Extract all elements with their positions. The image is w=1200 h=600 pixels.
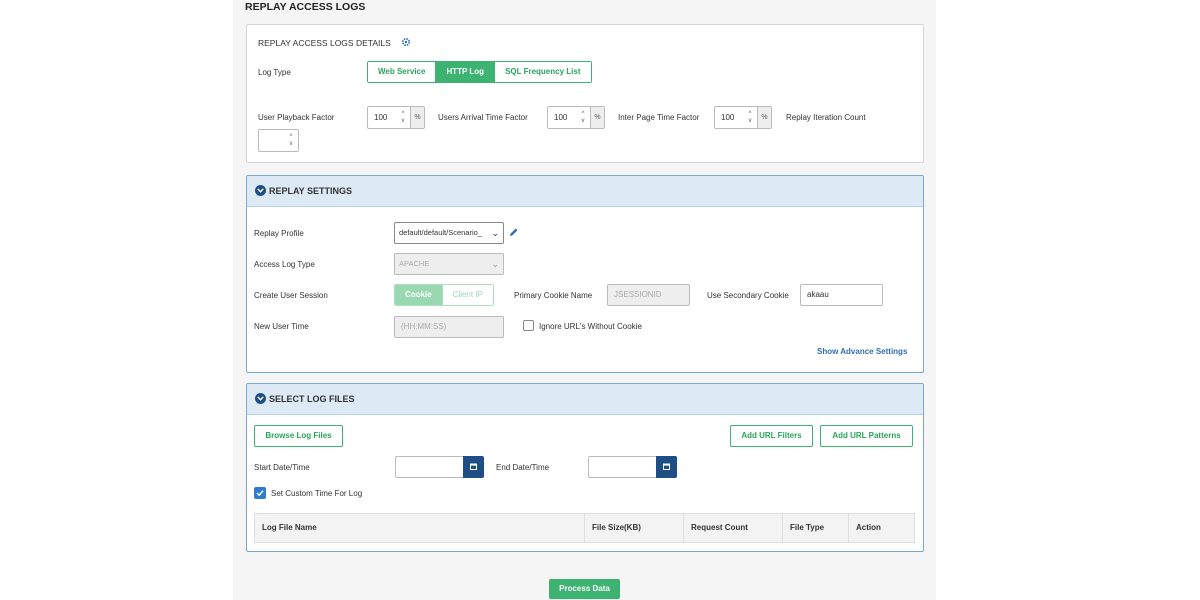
user-playback-stepper[interactable]: 100 ^ v % <box>367 106 425 129</box>
secondary-cookie-label: Use Secondary Cookie <box>707 291 789 300</box>
select-log-files-title: SELECT LOG FILES <box>269 394 355 404</box>
log-type-web-service[interactable]: Web Service <box>368 62 437 82</box>
column-file-size[interactable]: File Size(KB) <box>585 514 684 542</box>
calendar-icon[interactable] <box>656 456 677 478</box>
user-playback-label: User Playback Factor <box>258 113 335 122</box>
chevron-down-icon[interactable] <box>255 393 266 404</box>
percent-addon: % <box>590 107 604 128</box>
iteration-count-stepper[interactable]: ^ v <box>258 129 299 152</box>
column-log-file-name[interactable]: Log File Name <box>255 514 585 542</box>
custom-time-checkbox[interactable] <box>254 487 266 499</box>
chevron-down-icon: ⌄ <box>491 228 499 238</box>
column-action[interactable]: Action <box>849 514 914 542</box>
ignore-urls-checkbox[interactable] <box>523 320 534 331</box>
add-url-patterns-button[interactable]: Add URL Patterns <box>820 425 913 447</box>
access-log-type-label: Access Log Type <box>254 260 315 269</box>
settings-gear-icon[interactable] <box>401 37 411 47</box>
show-advance-settings-link[interactable]: Show Advance Settings <box>817 347 907 356</box>
access-log-type-value: APACHE <box>399 259 430 268</box>
select-log-files-header[interactable]: SELECT LOG FILES <box>247 384 923 415</box>
users-arrival-stepper[interactable]: 100 ^ v % <box>547 106 605 129</box>
replay-profile-select[interactable]: default/default/Scenario_ ⌄ <box>394 222 504 244</box>
process-data-button[interactable]: Process Data <box>549 579 620 599</box>
replay-settings-header[interactable]: REPLAY SETTINGS <box>247 176 923 207</box>
start-date-input[interactable] <box>395 456 484 478</box>
session-client-ip-option[interactable]: Client IP <box>442 285 493 305</box>
log-type-label: Log Type <box>258 68 291 77</box>
replay-settings-card: REPLAY SETTINGS <box>246 175 924 373</box>
iteration-count-label: Replay Iteration Count <box>786 113 866 122</box>
stepper-arrows-icon[interactable]: ^ v <box>576 107 590 128</box>
stepper-arrows-icon[interactable]: ^ v <box>284 130 298 151</box>
start-date-label: Start Date/Time <box>254 463 310 472</box>
inter-page-stepper[interactable]: 100 ^ v % <box>714 106 772 129</box>
session-cookie-option[interactable]: Cookie <box>395 285 443 305</box>
stepper-arrows-icon[interactable]: ^ v <box>396 107 410 128</box>
log-files-table-header: Log File Name File Size(KB) Request Coun… <box>254 513 915 543</box>
access-log-type-select[interactable]: APACHE ⌄ <box>394 253 504 275</box>
inter-page-label: Inter Page Time Factor <box>618 113 700 122</box>
column-request-count[interactable]: Request Count <box>684 514 783 542</box>
primary-cookie-label: Primary Cookie Name <box>514 291 593 300</box>
edit-pencil-icon[interactable] <box>509 227 519 237</box>
column-file-type[interactable]: File Type <box>783 514 849 542</box>
custom-time-label: Set Custom Time For Log <box>271 489 363 498</box>
add-url-filters-button[interactable]: Add URL Filters <box>730 425 813 447</box>
browse-log-files-button[interactable]: Browse Log Files <box>254 425 343 447</box>
end-date-input[interactable] <box>588 456 677 478</box>
replay-profile-label: Replay Profile <box>254 229 304 238</box>
ignore-urls-label: Ignore URL's Without Cookie <box>539 322 642 331</box>
log-type-http-log[interactable]: HTTP Log <box>436 62 496 82</box>
replay-profile-value: default/default/Scenario_ <box>399 228 482 237</box>
new-user-time-field[interactable]: (HH:MM:SS) <box>394 316 504 338</box>
replay-settings-title: REPLAY SETTINGS <box>269 186 353 196</box>
iteration-count-value[interactable] <box>259 130 284 151</box>
page-title: REPLAY ACCESS LOGS <box>245 1 366 13</box>
secondary-cookie-field[interactable]: akaau <box>800 284 883 306</box>
chevron-down-icon[interactable] <box>255 185 266 196</box>
users-arrival-label: Users Arrival Time Factor <box>438 113 528 122</box>
calendar-icon[interactable] <box>463 456 484 478</box>
percent-addon: % <box>757 107 771 128</box>
users-arrival-value[interactable]: 100 <box>548 107 576 128</box>
primary-cookie-field[interactable]: JSESSIONID <box>607 284 690 306</box>
log-type-sql-frequency[interactable]: SQL Frequency List <box>495 62 591 82</box>
details-title: REPLAY ACCESS LOGS DETAILS <box>258 38 391 48</box>
log-type-toggle: Web Service HTTP Log SQL Frequency List <box>367 61 592 83</box>
session-toggle: Cookie Client IP <box>394 284 494 306</box>
percent-addon: % <box>410 107 424 128</box>
user-playback-value[interactable]: 100 <box>368 107 396 128</box>
stepper-arrows-icon[interactable]: ^ v <box>743 107 757 128</box>
create-session-label: Create User Session <box>254 291 328 300</box>
new-user-time-label: New User Time <box>254 322 309 331</box>
chevron-down-icon: ⌄ <box>491 259 499 269</box>
end-date-label: End Date/Time <box>496 463 550 472</box>
inter-page-value[interactable]: 100 <box>715 107 743 128</box>
